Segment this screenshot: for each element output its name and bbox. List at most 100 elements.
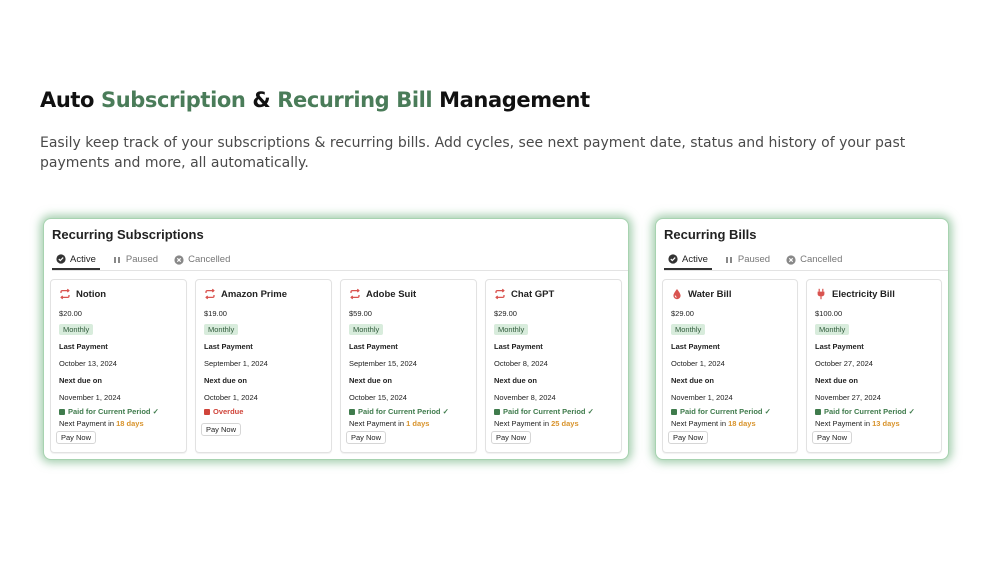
billing-cycle-tag: Monthly (494, 324, 529, 335)
tab-label: Paused (125, 254, 159, 265)
tab-cancelled[interactable]: Cancelled (782, 250, 846, 269)
status-square-icon (204, 408, 210, 415)
repeat-icon (59, 288, 71, 300)
billing-cycle-tag: Monthly (671, 324, 706, 335)
price: $29.00 (671, 309, 694, 318)
status-square-icon (59, 408, 65, 415)
tab-bar: Active Paused Cancelled (664, 250, 948, 271)
last-payment-date: October 13, 2024 (59, 359, 117, 368)
next-due-date: October 1, 2024 (204, 393, 258, 402)
countdown-label: Next Payment in (349, 419, 407, 428)
price: $19.00 (204, 309, 227, 318)
last-payment-date: October 8, 2024 (494, 359, 548, 368)
repeat-icon (494, 288, 506, 300)
pay-now-button[interactable]: Pay Now (491, 431, 532, 444)
item-card: Adobe Suit $59.00 Monthly Last Payment Septe… (340, 279, 477, 453)
subscriptions-panel: Recurring Subscriptions Active Paused Canc… (43, 218, 629, 460)
item-name: Chat GPT (511, 288, 555, 300)
pay-now-button[interactable]: Pay Now (668, 431, 709, 444)
item-card: Chat GPT $29.00 Monthly Last Payment October… (485, 279, 622, 453)
status-badge: Paid for Current Period ✓ (494, 407, 594, 416)
status-badge: Overdue (204, 407, 243, 416)
status-square-icon (671, 408, 677, 415)
item-card: Water Bill $29.00 Monthly Last Payment Octob… (662, 279, 798, 453)
countdown-days: 18 days (116, 419, 144, 428)
pay-now-button[interactable]: Pay Now (346, 431, 387, 444)
pay-now-button[interactable]: Pay Now (812, 431, 853, 444)
title-part: Management (432, 88, 590, 112)
last-payment-date: September 15, 2024 (349, 359, 417, 368)
tab-paused[interactable]: Paused (108, 250, 162, 269)
billing-cycle-tag: Monthly (815, 324, 850, 335)
panel-title: Recurring Bills (664, 227, 757, 242)
billing-cycle-tag: Monthly (204, 324, 239, 335)
status-badge: Paid for Current Period ✓ (671, 407, 771, 416)
last-payment-date: October 1, 2024 (671, 359, 725, 368)
next-payment-countdown: Next Payment in 18 days (671, 419, 756, 428)
pay-now-button[interactable]: Pay Now (201, 423, 242, 436)
status-text: Paid for Current Period ✓ (503, 407, 594, 416)
title-accent-subscription: Subscription (100, 88, 246, 112)
last-payment-label: Last Payment (59, 342, 108, 351)
title-accent-recurring-bill: Recurring Bill (277, 88, 433, 112)
countdown-label: Next Payment in (671, 419, 729, 428)
card-header: Notion (59, 288, 106, 300)
countdown-label: Next Payment in (815, 419, 873, 428)
title-part: Auto (40, 88, 101, 112)
tab-label: Active (682, 253, 708, 265)
next-due-date: November 8, 2024 (494, 393, 556, 402)
tab-paused[interactable]: Paused (720, 250, 774, 269)
next-payment-countdown: Next Payment in 25 days (494, 419, 579, 428)
item-card: Amazon Prime $19.00 Monthly Last Payment Sep… (195, 279, 332, 453)
item-card: Electricity Bill $100.00 Monthly Last Payme… (806, 279, 942, 453)
countdown-days: 18 days (728, 419, 756, 428)
price: $20.00 (59, 309, 82, 318)
repeat-icon (349, 288, 361, 300)
tab-bar: Active Paused Cancelled (52, 250, 628, 271)
last-payment-label: Last Payment (671, 342, 720, 351)
pause-icon (724, 255, 734, 265)
repeat-icon (204, 288, 216, 300)
pause-icon (112, 255, 122, 265)
next-payment-countdown: Next Payment in 13 days (815, 419, 900, 428)
status-text: Overdue (213, 407, 244, 416)
status-text: Paid for Current Period ✓ (680, 407, 771, 416)
price: $29.00 (494, 309, 517, 318)
next-due-label: Next due on (815, 376, 858, 385)
item-name: Adobe Suit (366, 288, 417, 300)
x-circle-icon (174, 254, 184, 265)
next-due-label: Next due on (349, 376, 392, 385)
next-due-date: November 1, 2024 (59, 393, 121, 402)
status-badge: Paid for Current Period ✓ (59, 407, 159, 416)
last-payment-label: Last Payment (204, 342, 253, 351)
countdown-label: Next Payment in (494, 419, 552, 428)
pay-now-button[interactable]: Pay Now (56, 431, 97, 444)
page-title: Auto Subscription & Recurring Bill Manag… (40, 88, 590, 112)
status-square-icon (349, 408, 355, 415)
tab-active[interactable]: Active (52, 250, 100, 270)
tab-cancelled[interactable]: Cancelled (170, 250, 234, 269)
panel-title: Recurring Subscriptions (52, 227, 204, 242)
next-payment-countdown: Next Payment in 1 days (349, 419, 429, 428)
status-text: Paid for Current Period ✓ (68, 407, 159, 416)
card-list: Water Bill $29.00 Monthly Last Payment Octob… (662, 279, 942, 453)
countdown-days: 13 days (872, 419, 900, 428)
next-payment-countdown: Next Payment in 18 days (59, 419, 144, 428)
countdown-days: 1 days (406, 419, 430, 428)
next-due-date: October 15, 2024 (349, 393, 407, 402)
status-badge: Paid for Current Period ✓ (349, 407, 449, 416)
tab-label: Paused (737, 254, 771, 265)
item-name: Amazon Prime (221, 288, 287, 300)
next-due-label: Next due on (671, 376, 714, 385)
check-circle-icon (56, 254, 66, 264)
title-amp: & (245, 88, 278, 112)
countdown-label: Next Payment in (59, 419, 117, 428)
tab-active[interactable]: Active (664, 250, 712, 270)
next-due-label: Next due on (59, 376, 102, 385)
next-due-date: November 1, 2024 (671, 393, 733, 402)
status-text: Paid for Current Period ✓ (824, 407, 915, 416)
last-payment-label: Last Payment (349, 342, 398, 351)
page-subtitle: Easily keep track of your subscriptions … (40, 135, 906, 171)
tab-label: Cancelled (188, 254, 231, 265)
last-payment-date: September 1, 2024 (204, 359, 268, 368)
